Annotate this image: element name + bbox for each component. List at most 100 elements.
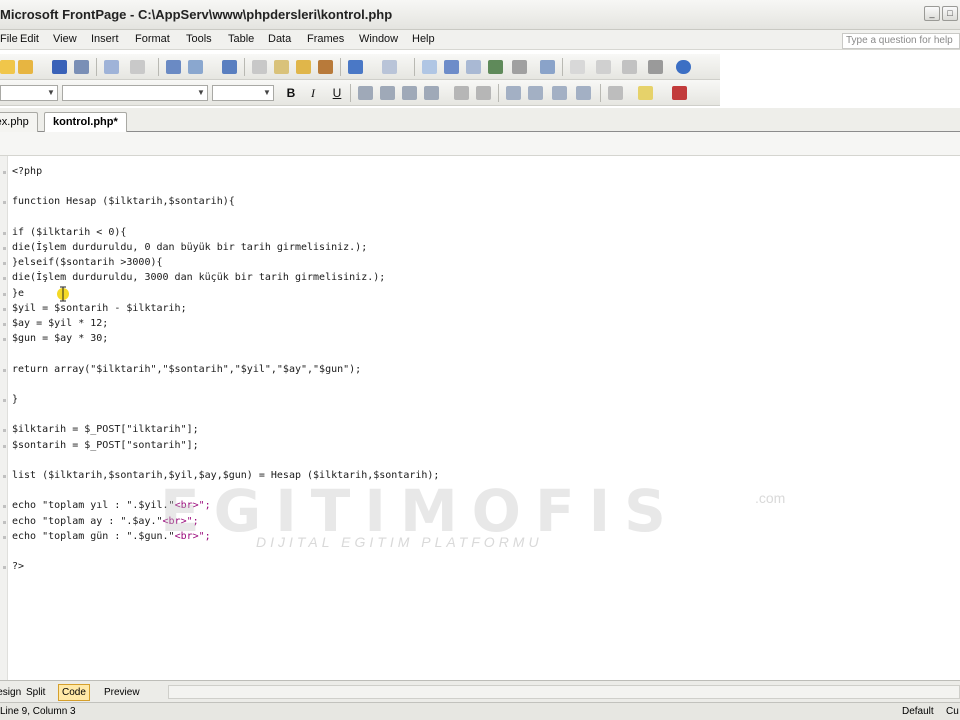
insert-layer-icon[interactable] [466,60,481,74]
menu-table[interactable]: Table [228,33,254,45]
code-line: $sontarih = $_POST["sontarih"]; [12,440,199,451]
html-tag-text: <br>"; [174,500,211,512]
insert-picture-icon[interactable] [488,60,503,74]
align-right-icon[interactable] [402,86,417,100]
find-icon[interactable] [74,60,89,74]
gutter-marker [3,262,6,266]
code-text: echo "toplam gün : ".$gun." [12,530,175,542]
code-text: ?> [12,561,25,573]
minimize-button[interactable]: _ [924,6,940,21]
view-preview-button[interactable]: Preview [100,684,144,701]
menu-edit[interactable]: Edit [20,33,39,45]
bold-button[interactable]: B [282,85,300,101]
font-dropdown[interactable]: ▼ [62,85,208,101]
code-text: return array("$ilktarih","$sontarih","$y… [12,363,362,375]
tab-index-php[interactable]: index.php [0,112,38,132]
preview-browser-icon[interactable] [188,60,203,74]
code-text: $ilktarih = $_POST["ilktarih"]; [12,424,199,436]
status-mode: Default [902,706,934,717]
drawing-icon[interactable] [512,60,527,74]
print-icon[interactable] [166,60,181,74]
code-line: <?php [12,166,42,177]
borders-icon[interactable] [608,86,623,100]
refresh-icon[interactable] [570,60,585,74]
style-dropdown[interactable]: ▼ [0,85,58,101]
code-text: list ($ilktarih,$sontarih,$yil,$ay,$gun)… [12,470,440,481]
code-editor[interactable]: <?php function Hesap ($ilktarih,$sontarih… [0,156,960,680]
save-icon[interactable] [52,60,67,74]
tag-selector-bar [0,132,960,156]
code-line: echo "toplam ay : ".$ay."<br>"; [12,516,199,527]
numbering-icon[interactable] [506,86,521,100]
copy-icon[interactable] [274,60,289,74]
paste-icon[interactable] [296,60,311,74]
bullets-icon[interactable] [528,86,543,100]
view-split-button[interactable]: Split [22,684,49,701]
menu-help[interactable]: Help [412,33,435,45]
help-icon[interactable] [676,60,691,74]
stop-icon[interactable] [596,60,611,74]
menu-window[interactable]: Window [359,33,398,45]
toolbar-separator [562,58,563,76]
code-snippet-icon[interactable] [648,60,663,74]
gutter-marker [3,201,6,205]
undo-icon[interactable] [348,60,363,74]
redo-icon[interactable] [382,60,397,74]
menu-view[interactable]: View [53,33,77,45]
toggle-pane-icon[interactable] [130,60,145,74]
decrease-font-icon[interactable] [476,86,491,100]
menu-insert[interactable]: Insert [91,33,119,45]
decrease-indent-icon[interactable] [552,86,567,100]
underline-button[interactable]: U [328,85,346,101]
gutter-marker [3,505,6,509]
code-line: $ay = $yil * 12; [12,318,108,329]
code-line: die(İşlem durduruldu, 3000 dan küçük bir… [12,272,385,283]
show-all-icon[interactable] [622,60,637,74]
align-center-icon[interactable] [380,86,395,100]
font-size-dropdown[interactable]: ▼ [212,85,274,101]
tab-kontrol-php[interactable]: kontrol.php* [44,112,127,132]
font-color-icon[interactable] [672,86,687,100]
gutter-marker [3,429,6,433]
code-line: die(İşlem durduruldu, 0 dan büyük bir ta… [12,242,367,253]
justify-icon[interactable] [424,86,439,100]
code-text: $yil = $sontarih - $ilktarih; [12,302,187,314]
view-code-button[interactable]: Code [58,684,90,701]
align-left-icon[interactable] [358,86,373,100]
gutter-marker [3,247,6,250]
code-line: return array("$ilktarih","$sontarih","$y… [12,364,361,375]
new-page-icon[interactable] [0,60,15,74]
menu-tools[interactable]: Tools [186,33,212,45]
hyperlink-icon[interactable] [540,60,555,74]
help-search-input[interactable]: Type a question for help [842,33,960,49]
menu-frames[interactable]: Frames [307,33,344,45]
code-line: function Hesap ($ilktarih,$sontarih){ [12,196,235,207]
menu-file[interactable]: File [0,33,18,45]
toolbar-separator [498,84,499,102]
code-text: echo "toplam ay : ".$ay." [12,515,163,527]
publish-icon[interactable] [104,60,119,74]
web-component-icon[interactable] [422,60,437,74]
italic-button[interactable]: I [304,85,322,101]
chevron-down-icon: ▼ [47,88,55,97]
menu-data[interactable]: Data [268,33,291,45]
cut-icon[interactable] [252,60,267,74]
watermark-tld: .com [755,490,786,506]
gutter-marker [3,307,6,311]
gutter-marker [3,535,6,539]
highlight-icon[interactable] [638,86,653,100]
horizontal-scrollbar[interactable] [168,685,960,699]
gutter-marker [3,338,6,342]
document-tabs: index.php kontrol.php* [0,108,960,132]
open-folder-icon[interactable] [18,60,33,74]
increase-font-icon[interactable] [454,86,469,100]
menu-format[interactable]: Format [135,33,170,45]
maximize-button[interactable]: □ [942,6,958,21]
code-line: $ilktarih = $_POST["ilktarih"]; [12,424,199,435]
title-bar: Microsoft FrontPage - C:\AppServ\www\php… [0,0,960,30]
spelling-icon[interactable] [222,60,237,74]
code-line: if ($ilktarih < 0){ [12,227,126,238]
insert-table-icon[interactable] [444,60,459,74]
format-painter-icon[interactable] [318,60,333,74]
increase-indent-icon[interactable] [576,86,591,100]
